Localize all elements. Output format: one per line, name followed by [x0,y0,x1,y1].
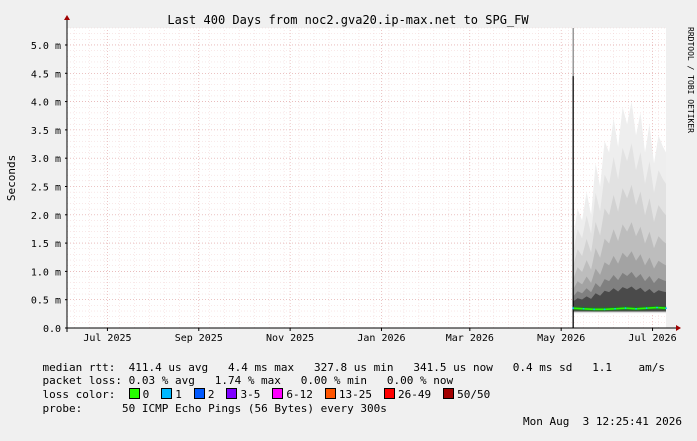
x-tick-labels: Jul 2025 Sep 2025 Nov 2025 Jan 2026 Mar 2026… [83,328,677,344]
median-point [624,307,627,310]
probe-label: probe: [42,402,83,415]
y-tick-label: 2.5 m [31,182,61,193]
median-point [635,307,637,310]
median-point [603,308,606,311]
median-line [572,305,667,312]
probe-description: 50 ICMP Echo Pings (56 Bytes) every 300s [122,402,387,415]
x-axis-arrow [676,325,681,331]
median-point [645,307,648,310]
x-tick-label: Jul 2026 [628,333,676,344]
median-point [593,308,596,311]
y-tick-label: 4.5 m [31,69,61,80]
y-tick-label: 0.0 [43,324,61,335]
x-tick-label: Jan 2026 [357,333,405,344]
x-tick-label: Sep 2025 [175,333,223,344]
y-tick-label: 0.5 m [31,296,61,307]
x-tick-label: May 2026 [537,333,585,344]
y-tick-label: 3.0 m [31,154,61,165]
y-tick-label: 1.5 m [31,239,61,250]
graph-timestamp: Mon Aug 3 12:25:41 2026 [523,415,682,428]
median-point [614,307,616,310]
latency-chart: Last 400 Days from noc2.gva20.ip-max.net… [5,13,695,344]
median-point [656,306,658,309]
y-tick-label: 4.0 m [31,98,61,109]
y-tick-label: 2.0 m [31,211,61,222]
median-point [572,307,575,310]
y-axis-arrow [64,15,70,20]
y-tick-label: 5.0 m [31,41,61,52]
smokeping-graph: Last 400 Days from noc2.gva20.ip-max.net… [0,0,697,428]
median-point [582,307,585,310]
y-tick-label: 1.0 m [31,267,61,278]
x-tick-label: Nov 2025 [266,333,314,344]
y-axis-label: Seconds [5,155,18,201]
watermark: RRDTOOL / TOBI OETIKER [686,27,695,133]
x-tick-label: Mar 2026 [446,333,494,344]
probe-row: probe: 50 ICMP Echo Pings (56 Bytes) eve… [16,389,683,441]
x-tick-label: Jul 2025 [83,333,131,344]
y-tick-labels: 0.0 0.5 m 1.0 m 1.5 m 2.0 m 2.5 m 3.0 m 3.5 m 4.… [31,41,67,335]
y-tick-label: 3.5 m [31,126,61,137]
chart-title: Last 400 Days from noc2.gva20.ip-max.net… [167,13,529,27]
median-point [665,307,667,310]
